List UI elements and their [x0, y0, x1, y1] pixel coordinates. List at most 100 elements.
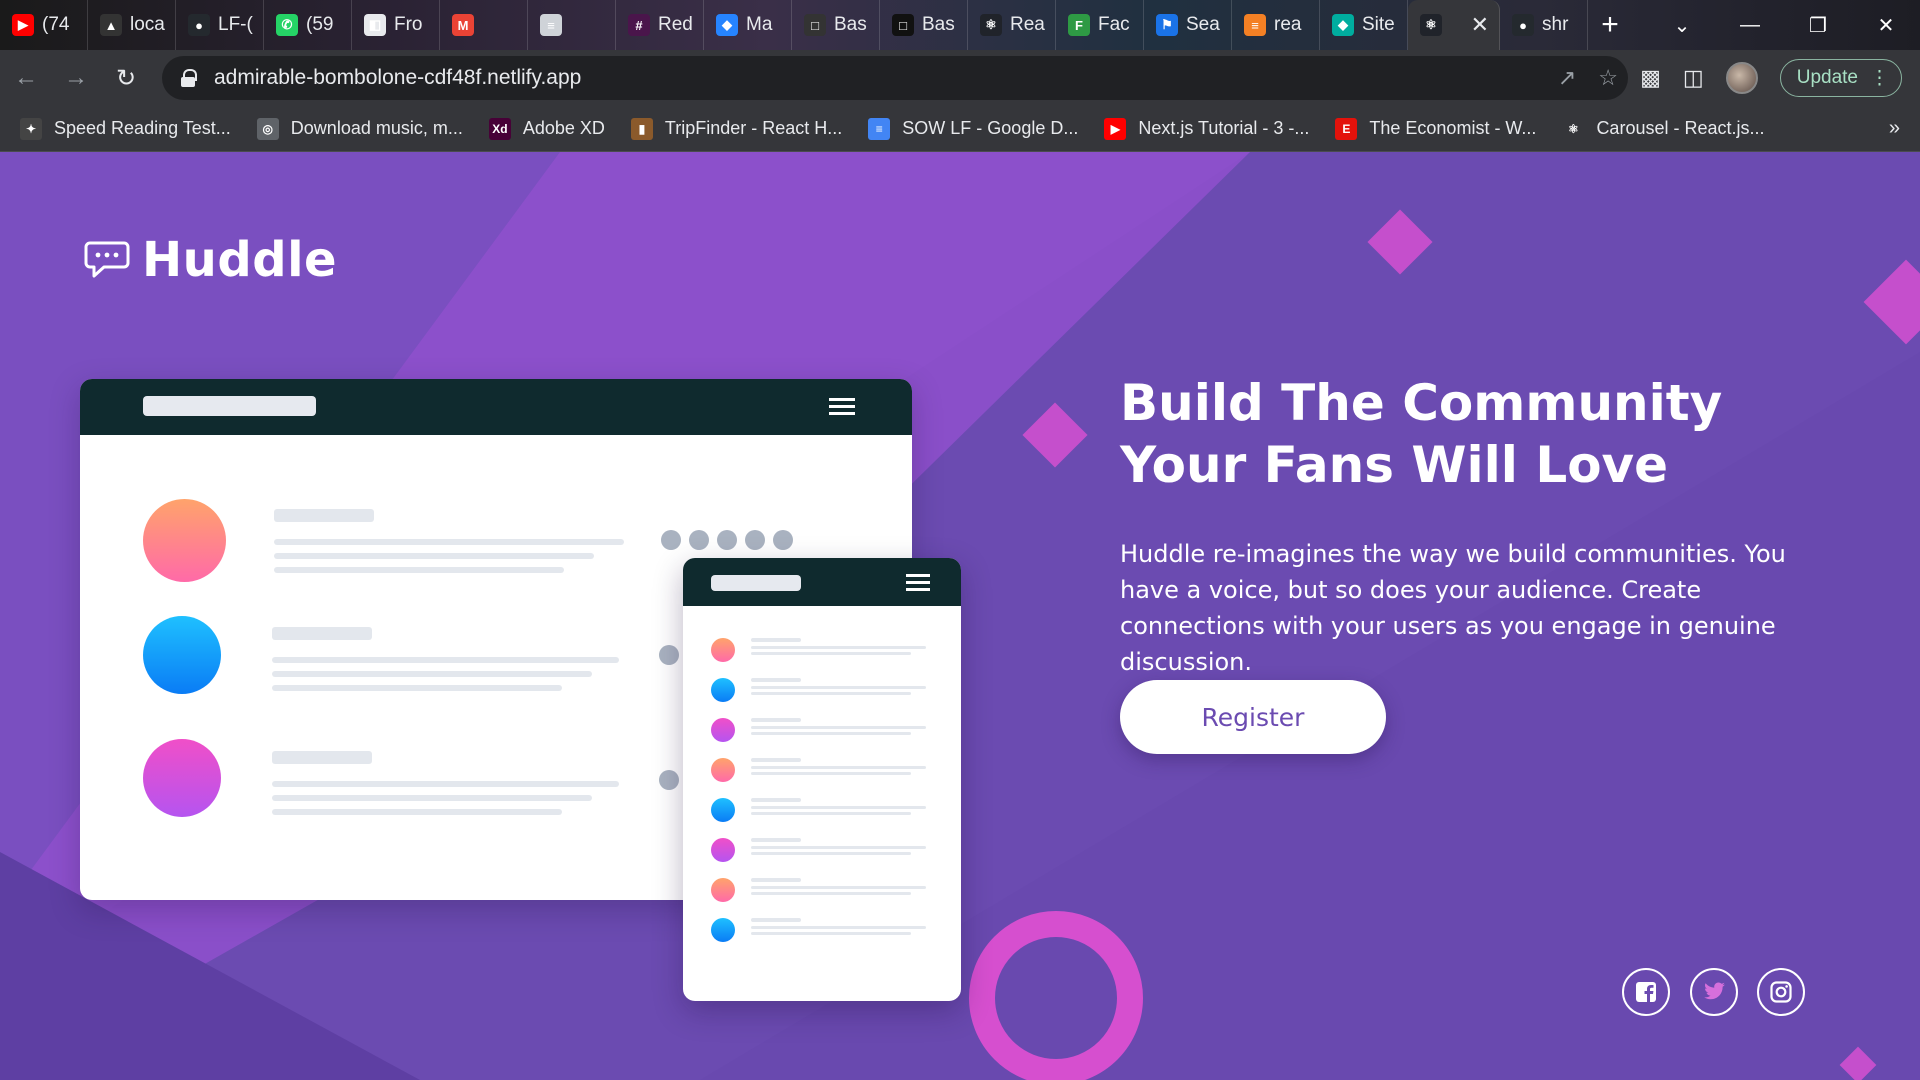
- back-button[interactable]: ←: [2, 54, 50, 102]
- browser-tab[interactable]: □ Bas: [792, 0, 880, 50]
- page-icon: ◧: [364, 14, 386, 36]
- placeholder-line: [751, 692, 911, 695]
- chat-bubble-icon: [84, 241, 130, 278]
- placeholder-line: [274, 539, 624, 545]
- placeholder-line: [274, 567, 564, 573]
- placeholder-line: [751, 878, 801, 882]
- slack-icon: #: [628, 14, 650, 36]
- kebab-menu-icon[interactable]: ⋮: [1870, 67, 1889, 90]
- placeholder-line: [272, 671, 592, 677]
- placeholder-line: [272, 751, 372, 764]
- bookmark-item[interactable]: ◎ Download music, m...: [256, 117, 463, 140]
- triangle-icon: ▲: [100, 14, 122, 36]
- new-tab-button[interactable]: +: [1588, 0, 1632, 50]
- browser-tab[interactable]: ▲ loca: [88, 0, 176, 50]
- bookmark-label: Next.js Tutorial - 3 -...: [1138, 118, 1310, 138]
- logo-text: Huddle: [142, 232, 338, 288]
- reload-button[interactable]: ↻: [102, 54, 150, 102]
- tab-label: Red: [658, 14, 693, 35]
- whatsapp-icon: ✆: [276, 14, 298, 36]
- placeholder-line: [751, 846, 926, 849]
- hamburger-icon: [829, 405, 855, 408]
- github-icon: ●: [1512, 14, 1534, 36]
- forward-button[interactable]: →: [52, 54, 100, 102]
- browser-tab[interactable]: □ Bas: [880, 0, 968, 50]
- mockup-header: [80, 379, 912, 435]
- bookmark-item[interactable]: ⚛ Carousel - React.js...: [1562, 117, 1765, 140]
- bookmark-label: Speed Reading Test...: [54, 118, 231, 138]
- twitter-icon: [1704, 982, 1725, 1000]
- hero-description: Huddle re-imagines the way we build comm…: [1120, 540, 1786, 676]
- browser-tab[interactable]: ≡: [528, 0, 616, 50]
- huddle-logo[interactable]: Huddle: [84, 232, 337, 288]
- browser-tab[interactable]: F Fac: [1056, 0, 1144, 50]
- share-icon[interactable]: ↗: [1558, 65, 1576, 91]
- lock-icon[interactable]: [180, 69, 197, 87]
- placeholder-line: [751, 772, 911, 775]
- placeholder-line: [751, 726, 926, 729]
- tripfinder-icon: ▮: [630, 117, 653, 140]
- tab-label: Bas: [834, 14, 867, 35]
- register-button[interactable]: Register: [1120, 680, 1386, 754]
- bookmark-item[interactable]: ▶ Next.js Tutorial - 3 -...: [1104, 117, 1310, 140]
- browser-tab[interactable]: ● LF-(: [176, 0, 264, 50]
- browser-toolbar: ← → ↻ admirable-bombolone-cdf48f.netlify…: [0, 50, 1920, 106]
- close-window-button[interactable]: ✕: [1852, 0, 1920, 50]
- placeholder-line: [751, 852, 911, 855]
- bookmark-item[interactable]: Xd Adobe XD: [488, 117, 605, 140]
- browser-tab[interactable]: ◧ Fro: [352, 0, 440, 50]
- browser-tab[interactable]: ◆ Site: [1320, 0, 1408, 50]
- address-bar[interactable]: admirable-bombolone-cdf48f.netlify.app ↗…: [162, 56, 1628, 100]
- placeholder-line: [751, 798, 801, 802]
- update-button[interactable]: Update ⋮: [1779, 59, 1902, 97]
- mockup-header: [683, 558, 961, 606]
- eagle-icon: ✦: [20, 117, 42, 140]
- bookmark-item[interactable]: ✦ Speed Reading Test...: [20, 117, 231, 140]
- avatar-circle: [711, 878, 735, 902]
- decorative-diamond: [1863, 259, 1920, 345]
- bookmark-label: The Economist - W...: [1369, 118, 1537, 138]
- decorative-diamond: [1367, 209, 1433, 275]
- browser-tab[interactable]: ● shr: [1500, 0, 1588, 50]
- bookmark-item[interactable]: ≡ SOW LF - Google D...: [868, 117, 1078, 140]
- browser-tab[interactable]: ◆ Ma: [704, 0, 792, 50]
- gray-dot: [659, 645, 679, 665]
- browser-tab[interactable]: ▶ (74: [0, 0, 88, 50]
- twitter-link[interactable]: [1690, 968, 1738, 1016]
- close-tab-icon[interactable]: ✕: [1471, 12, 1489, 38]
- square-icon: □: [892, 14, 914, 36]
- placeholder-line: [274, 509, 374, 522]
- placeholder-line: [751, 918, 801, 922]
- tab-label: shr: [1542, 14, 1569, 35]
- browser-tab[interactable]: ⚛ ✕: [1408, 0, 1500, 50]
- placeholder-line: [751, 758, 801, 762]
- bookmark-star-icon[interactable]: ☆: [1598, 65, 1618, 91]
- gray-dot: [773, 530, 793, 550]
- facebook-link[interactable]: [1622, 968, 1670, 1016]
- instagram-link[interactable]: [1757, 968, 1805, 1016]
- side-panel-icon[interactable]: ◫: [1683, 65, 1704, 91]
- browser-tab[interactable]: ⚑ Sea: [1144, 0, 1232, 50]
- browser-tab[interactable]: ⚛ Rea: [968, 0, 1056, 50]
- window-controls: ⌄ — ❐ ✕: [1648, 0, 1920, 50]
- economist-icon: E: [1335, 117, 1358, 140]
- react-icon: ⚛: [980, 14, 1002, 36]
- bookmark-item[interactable]: E The Economist - W...: [1335, 117, 1537, 140]
- netlify-icon: ◆: [1332, 14, 1354, 36]
- minimize-button[interactable]: —: [1716, 0, 1784, 50]
- extensions-icon[interactable]: ▩: [1640, 65, 1661, 91]
- browser-tab[interactable]: # Red: [616, 0, 704, 50]
- browser-tab[interactable]: ≡ rea: [1232, 0, 1320, 50]
- placeholder-line: [751, 646, 926, 649]
- docs-icon: ≡: [868, 117, 891, 140]
- tab-search-icon[interactable]: ⌄: [1648, 0, 1716, 50]
- github-icon: ●: [188, 14, 210, 36]
- bookmarks-overflow-button[interactable]: »: [1889, 117, 1900, 140]
- restore-button[interactable]: ❐: [1784, 0, 1852, 50]
- profile-avatar[interactable]: [1725, 62, 1758, 94]
- hero-headline: Build The Community Your Fans Will Love: [1120, 374, 1723, 494]
- bookmark-item[interactable]: ▮ TripFinder - React H...: [630, 117, 842, 140]
- browser-tab[interactable]: M: [440, 0, 528, 50]
- browser-tab[interactable]: ✆ (59: [264, 0, 352, 50]
- youtube-icon: ▶: [12, 14, 34, 36]
